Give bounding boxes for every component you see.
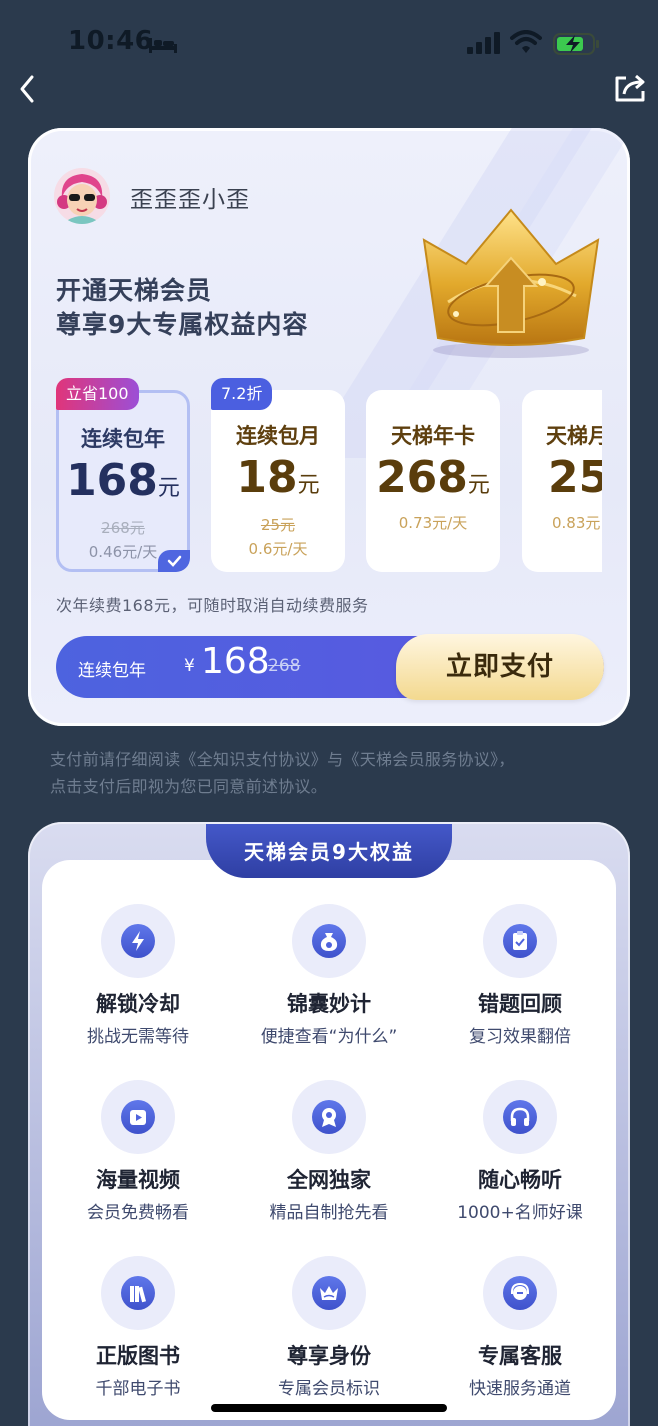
pay-currency: ¥ — [184, 656, 195, 676]
plan-price: 268元 — [376, 452, 490, 503]
plan-card-annual-auto[interactable]: 连续包年 168元 268元 0.46元/天 — [56, 390, 190, 572]
benefit-subtitle: 会员免费畅看 — [87, 1203, 189, 1223]
pay-plan-label: 连续包年 — [78, 661, 146, 681]
benefit-title: 随心畅听 — [478, 1168, 562, 1192]
benefit-subtitle: 千部电子书 — [95, 1379, 181, 1399]
pay-now-button[interactable]: 立即支付 — [396, 634, 604, 700]
headline-line1: 开通天梯会员 — [56, 276, 213, 305]
back-arrow-icon[interactable] — [14, 72, 44, 106]
plan-card-monthly-auto[interactable]: 连续包月 18元 25元 0.6元/天 — [211, 390, 345, 572]
benefit-subtitle: 专属会员标识 — [278, 1379, 380, 1399]
headline: 开通天梯会员 尊享9大专属权益内容 — [56, 274, 308, 342]
benefits-grid: 解锁冷却 挑战无需等待 锦囊妙计 便捷查看“为什么” 错题回顾 复习效果翻倍 海… — [42, 860, 616, 1420]
benefit-title: 解锁冷却 — [96, 992, 180, 1016]
agreement-line1[interactable]: 支付前请仔细阅读《全知识支付协议》与《天梯会员服务协议》， — [50, 746, 610, 773]
gold-crown-icon — [422, 208, 600, 358]
plan-name: 天梯年卡 — [391, 424, 475, 448]
benefit-subtitle: 1000+名师好课 — [457, 1203, 583, 1223]
plan-price: 168元 — [66, 455, 180, 506]
plan-original-price: 268元 — [101, 519, 145, 537]
benefits-title: 天梯会员9大权益 — [244, 840, 414, 864]
benefit-title: 正版图书 — [96, 1344, 180, 1368]
benefit-subtitle: 便捷查看“为什么” — [260, 1027, 398, 1047]
plan-card-annual[interactable]: 天梯年卡 268元 0.73元/天 — [366, 390, 500, 572]
crown-icon — [320, 1286, 338, 1300]
video-icon — [130, 1110, 146, 1125]
selected-check-icon — [158, 550, 190, 572]
benefit-title: 全网独家 — [287, 1168, 371, 1192]
benefit-subtitle: 复习效果翻倍 — [469, 1027, 571, 1047]
user-name: 歪歪歪小歪 — [130, 187, 250, 213]
headset-icon — [511, 1282, 529, 1300]
plan-price: 25元 — [548, 452, 602, 503]
benefit-title: 锦囊妙计 — [287, 992, 371, 1016]
share-icon[interactable] — [612, 72, 648, 104]
plan-list: 连续包年 168元 268元 0.46元/天 连续包月 18元 25元 0.6元… — [56, 390, 602, 578]
benefit-subtitle: 挑战无需等待 — [87, 1027, 189, 1047]
pay-original-price: 268 — [268, 656, 301, 676]
plan-price: 18元 — [236, 452, 320, 503]
books-icon — [130, 1286, 147, 1303]
benefit-title: 海量视频 — [96, 1168, 180, 1192]
benefit-title: 错题回顾 — [478, 992, 562, 1016]
plan-name: 连续包年 — [81, 427, 165, 451]
sleep-bed-icon — [149, 38, 177, 53]
renew-note: 次年续费168元，可随时取消自动续费服务 — [56, 596, 369, 615]
headline-line2: 尊享9大专属权益内容 — [56, 310, 309, 339]
benefit-subtitle: 快速服务通道 — [469, 1379, 571, 1399]
plan-daily-price: 0.83元 — [552, 514, 601, 532]
award-icon — [322, 1108, 336, 1127]
agreement-line2: 点击支付后即视为您已同意前述协议。 — [50, 777, 328, 796]
benefit-title: 尊享身份 — [287, 1344, 371, 1368]
discount-badge: 7.2折 — [211, 378, 273, 410]
membership-card: 歪歪歪小歪 开通天梯会员 尊享9大专属权益内容 连续包年 168元 268元 0… — [28, 128, 630, 726]
benefit-title: 专属客服 — [478, 1344, 562, 1368]
plan-daily-price: 0.73元/天 — [398, 514, 468, 532]
cellular-signal-icon — [467, 32, 500, 54]
status-time: 10:46 — [68, 26, 154, 56]
plan-card-monthly[interactable]: 天梯月 25元 0.83元 — [522, 390, 602, 572]
save-badge: 立省100 — [56, 378, 139, 410]
clipboard-check-icon — [513, 931, 527, 950]
headphones-icon — [510, 1107, 530, 1126]
benefit-subtitle: 精品自制抢先看 — [269, 1203, 389, 1223]
battery-charging-icon — [553, 33, 599, 55]
plan-original-price: 25元 — [260, 516, 296, 534]
plan-name: 连续包月 — [236, 424, 320, 448]
pay-price: 168 — [201, 641, 270, 682]
plan-name: 天梯月 — [546, 424, 602, 448]
avatar[interactable] — [54, 168, 110, 224]
membership-page: 10:46 歪歪歪小歪 开通天梯会员 尊享9大专属权益内容 连续包年 168元 … — [0, 0, 658, 1426]
home-indicator[interactable] — [211, 1404, 447, 1412]
lightning-icon — [132, 931, 144, 951]
wifi-icon — [510, 30, 542, 53]
agreement-text[interactable]: 支付前请仔细阅读《全知识支付协议》与《天梯会员服务协议》， 点击支付后即视为您已… — [50, 746, 610, 800]
pouch-icon — [320, 933, 338, 951]
plan-daily-price: 0.6元/天 — [248, 540, 308, 558]
